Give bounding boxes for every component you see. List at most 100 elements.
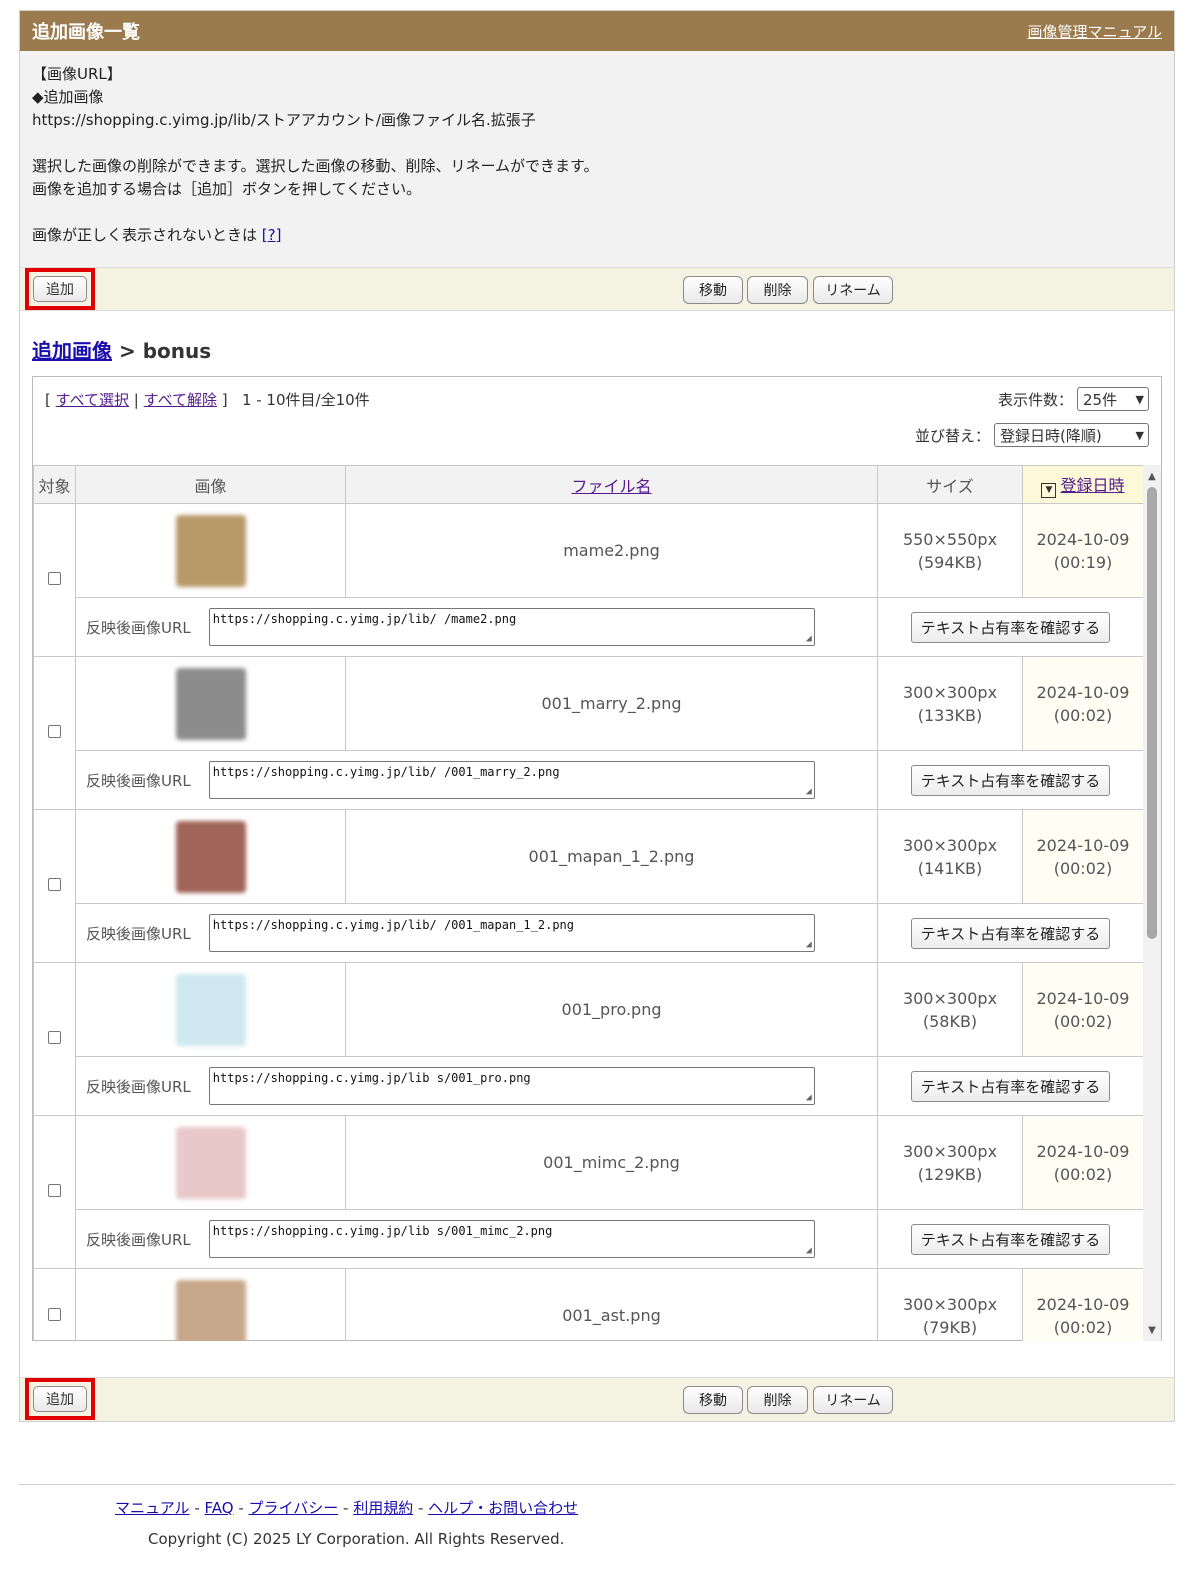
text-check-cell: テキスト占有率を確認する: [877, 1209, 1144, 1269]
info-line: 選択した画像の削除ができます。選択した画像の移動、削除、リネームができます。: [32, 157, 599, 175]
info-line: 【画像URL】: [32, 65, 122, 83]
registered-date: 2024-10-09 (00:02): [1022, 656, 1144, 751]
resize-grip-icon[interactable]: ◢: [806, 939, 812, 950]
delete-button[interactable]: 削除: [747, 276, 808, 304]
image-thumbnail[interactable]: [175, 973, 246, 1046]
registered-date: 2024-10-09 (00:19): [1022, 503, 1144, 598]
footer-link-privacy[interactable]: プライバシー: [249, 1499, 339, 1517]
thumbnail-cell: [75, 1268, 346, 1341]
text-check-cell: テキスト占有率を確認する: [877, 1056, 1144, 1116]
image-table-scroll[interactable]: 対象 画像 ファイル名 サイズ ▼ 登録日時 mame2.png 550×550px…: [33, 465, 1161, 1341]
resize-grip-icon[interactable]: ◢: [806, 1092, 812, 1103]
filename: 001_mimc_2.png: [345, 1115, 878, 1210]
row-checkbox[interactable]: [48, 878, 61, 891]
row-checkbox[interactable]: [48, 725, 61, 738]
help-link[interactable]: [?]: [262, 226, 282, 244]
row-select-cell: [33, 1268, 76, 1341]
image-thumbnail[interactable]: [175, 514, 246, 587]
move-button[interactable]: 移動: [683, 276, 743, 304]
breadcrumb-root-link[interactable]: 追加画像: [32, 339, 112, 363]
filename: 001_pro.png: [345, 962, 878, 1057]
delete-button[interactable]: 削除: [747, 1386, 808, 1414]
breadcrumb: 追加画像 > bonus: [32, 339, 212, 363]
image-size: 300×300px (129KB): [877, 1115, 1023, 1210]
col-target-header: 対象: [33, 465, 76, 504]
scroll-down-icon[interactable]: ▼: [1143, 1323, 1161, 1339]
table-scrollbar[interactable]: ▲ ▼: [1143, 465, 1161, 1341]
list-tools: [ すべて選択 | すべて解除 ] 1 - 10件目/全10件 表示件数： 25…: [33, 377, 1161, 465]
add-button-highlight: 追加: [25, 268, 95, 310]
image-thumbnail[interactable]: [175, 667, 246, 740]
select-all-link[interactable]: すべて選択: [56, 391, 129, 409]
resize-grip-icon[interactable]: ◢: [806, 1245, 812, 1256]
text-ratio-check-button[interactable]: テキスト占有率を確認する: [910, 1070, 1111, 1102]
resize-grip-icon[interactable]: ◢: [806, 786, 812, 797]
registered-date: 2024-10-09 (00:02): [1022, 1115, 1144, 1210]
item-count: 1 - 10件目/全10件: [241, 391, 370, 409]
text-ratio-check-button[interactable]: テキスト占有率を確認する: [910, 611, 1111, 643]
per-page-select[interactable]: 25件 ▼: [1077, 387, 1149, 411]
url-cell: 反映後画像URL https://shopping.c.yimg.jp/lib/ …: [75, 597, 878, 657]
add-button[interactable]: 追加: [33, 276, 87, 302]
move-button[interactable]: 移動: [683, 1386, 743, 1414]
rename-button[interactable]: リネーム: [813, 276, 893, 304]
image-url-textarea[interactable]: https://shopping.c.yimg.jp/lib/ /mame2.p…: [208, 608, 815, 646]
add-button[interactable]: 追加: [33, 1386, 87, 1412]
title-bar: 追加画像一覧 画像管理マニュアル: [20, 11, 1174, 51]
text-ratio-check-button[interactable]: テキスト占有率を確認する: [910, 764, 1111, 796]
image-url-textarea[interactable]: https://shopping.c.yimg.jp/lib s/001_pro…: [208, 1067, 815, 1105]
top-action-bar: 追加 移動 削除 リネーム: [20, 267, 1174, 311]
footer-link-faq[interactable]: FAQ: [205, 1499, 234, 1517]
table-row: 001_ast.png 300×300px (79KB) 2024-10-09 (00:…: [33, 1268, 1144, 1341]
scrollbar-thumb[interactable]: [1147, 487, 1157, 939]
filename: 001_ast.png: [345, 1268, 878, 1341]
row-checkbox[interactable]: [48, 1184, 61, 1197]
rename-button[interactable]: リネーム: [813, 1386, 893, 1414]
row-checkbox[interactable]: [48, 1031, 61, 1044]
image-url-textarea[interactable]: https://shopping.c.yimg.jp/lib s/001_mim…: [208, 1220, 815, 1258]
url-cell: 反映後画像URL https://shopping.c.yimg.jp/lib/ …: [75, 750, 878, 810]
text-check-cell: テキスト占有率を確認する: [877, 750, 1144, 810]
image-url-textarea[interactable]: https://shopping.c.yimg.jp/lib/ /001_map…: [208, 914, 815, 952]
info-section: 【画像URL】 ◆追加画像 https://shopping.c.yimg.jp…: [20, 51, 1174, 267]
col-filename-header: ファイル名: [345, 465, 878, 504]
table-row-url: 反映後画像URL https://shopping.c.yimg.jp/lib s…: [34, 1056, 1144, 1116]
image-table: 対象 画像 ファイル名 サイズ ▼ 登録日時 mame2.png 550×550px…: [33, 465, 1144, 1341]
row-checkbox[interactable]: [48, 1307, 61, 1321]
add-button-highlight: 追加: [25, 1378, 95, 1420]
info-line: ◆追加画像: [32, 88, 104, 106]
filename: 001_mapan_1_2.png: [345, 809, 878, 904]
image-thumbnail[interactable]: [175, 1126, 246, 1199]
text-ratio-check-button[interactable]: テキスト占有率を確認する: [910, 917, 1111, 949]
footer-links: マニュアル - FAQ - プライバシー - 利用規約 - ヘルプ・お問い合わせ: [115, 1499, 579, 1517]
deselect-all-link[interactable]: すべて解除: [144, 391, 217, 409]
sort-by-filename-link[interactable]: ファイル名: [571, 477, 651, 496]
row-select-cell: [33, 1115, 76, 1269]
footer-link-manual[interactable]: マニュアル: [115, 1499, 190, 1517]
col-date-header: ▼ 登録日時: [1022, 465, 1144, 504]
text-ratio-check-button[interactable]: テキスト占有率を確認する: [910, 1223, 1111, 1255]
image-thumbnail[interactable]: [175, 820, 246, 893]
image-size: 550×550px (594KB): [877, 503, 1023, 598]
filename: 001_marry_2.png: [345, 656, 878, 751]
image-size: 300×300px (141KB): [877, 809, 1023, 904]
resize-grip-icon[interactable]: ◢: [806, 633, 812, 644]
table-row-url: 反映後画像URL https://shopping.c.yimg.jp/lib/ …: [34, 903, 1144, 963]
per-page-control: 表示件数： 25件 ▼: [998, 387, 1149, 411]
sort-by-date-link[interactable]: 登録日時: [1060, 476, 1124, 495]
footer-link-help[interactable]: ヘルプ・お問い合わせ: [428, 1499, 578, 1517]
scroll-up-icon[interactable]: ▲: [1143, 469, 1161, 485]
footer-link-terms[interactable]: 利用規約: [353, 1499, 413, 1517]
image-list-panel: 追加画像一覧 画像管理マニュアル 【画像URL】 ◆追加画像 https://s…: [19, 10, 1175, 1422]
sort-select[interactable]: 登録日時(降順) ▼: [994, 423, 1149, 447]
image-thumbnail[interactable]: [175, 1279, 246, 1341]
chevron-down-icon: ▼: [1135, 428, 1144, 442]
image-manual-link[interactable]: 画像管理マニュアル: [1027, 21, 1162, 42]
sort-desc-icon: ▼: [1041, 482, 1057, 498]
registered-date: 2024-10-09 (00:02): [1022, 1268, 1144, 1341]
table-row-url: 反映後画像URL https://shopping.c.yimg.jp/lib/ …: [34, 597, 1144, 657]
row-select-cell: [33, 809, 76, 963]
url-label: 反映後画像URL: [86, 1077, 191, 1096]
row-checkbox[interactable]: [48, 572, 61, 585]
image-url-textarea[interactable]: https://shopping.c.yimg.jp/lib/ /001_mar…: [208, 761, 815, 799]
